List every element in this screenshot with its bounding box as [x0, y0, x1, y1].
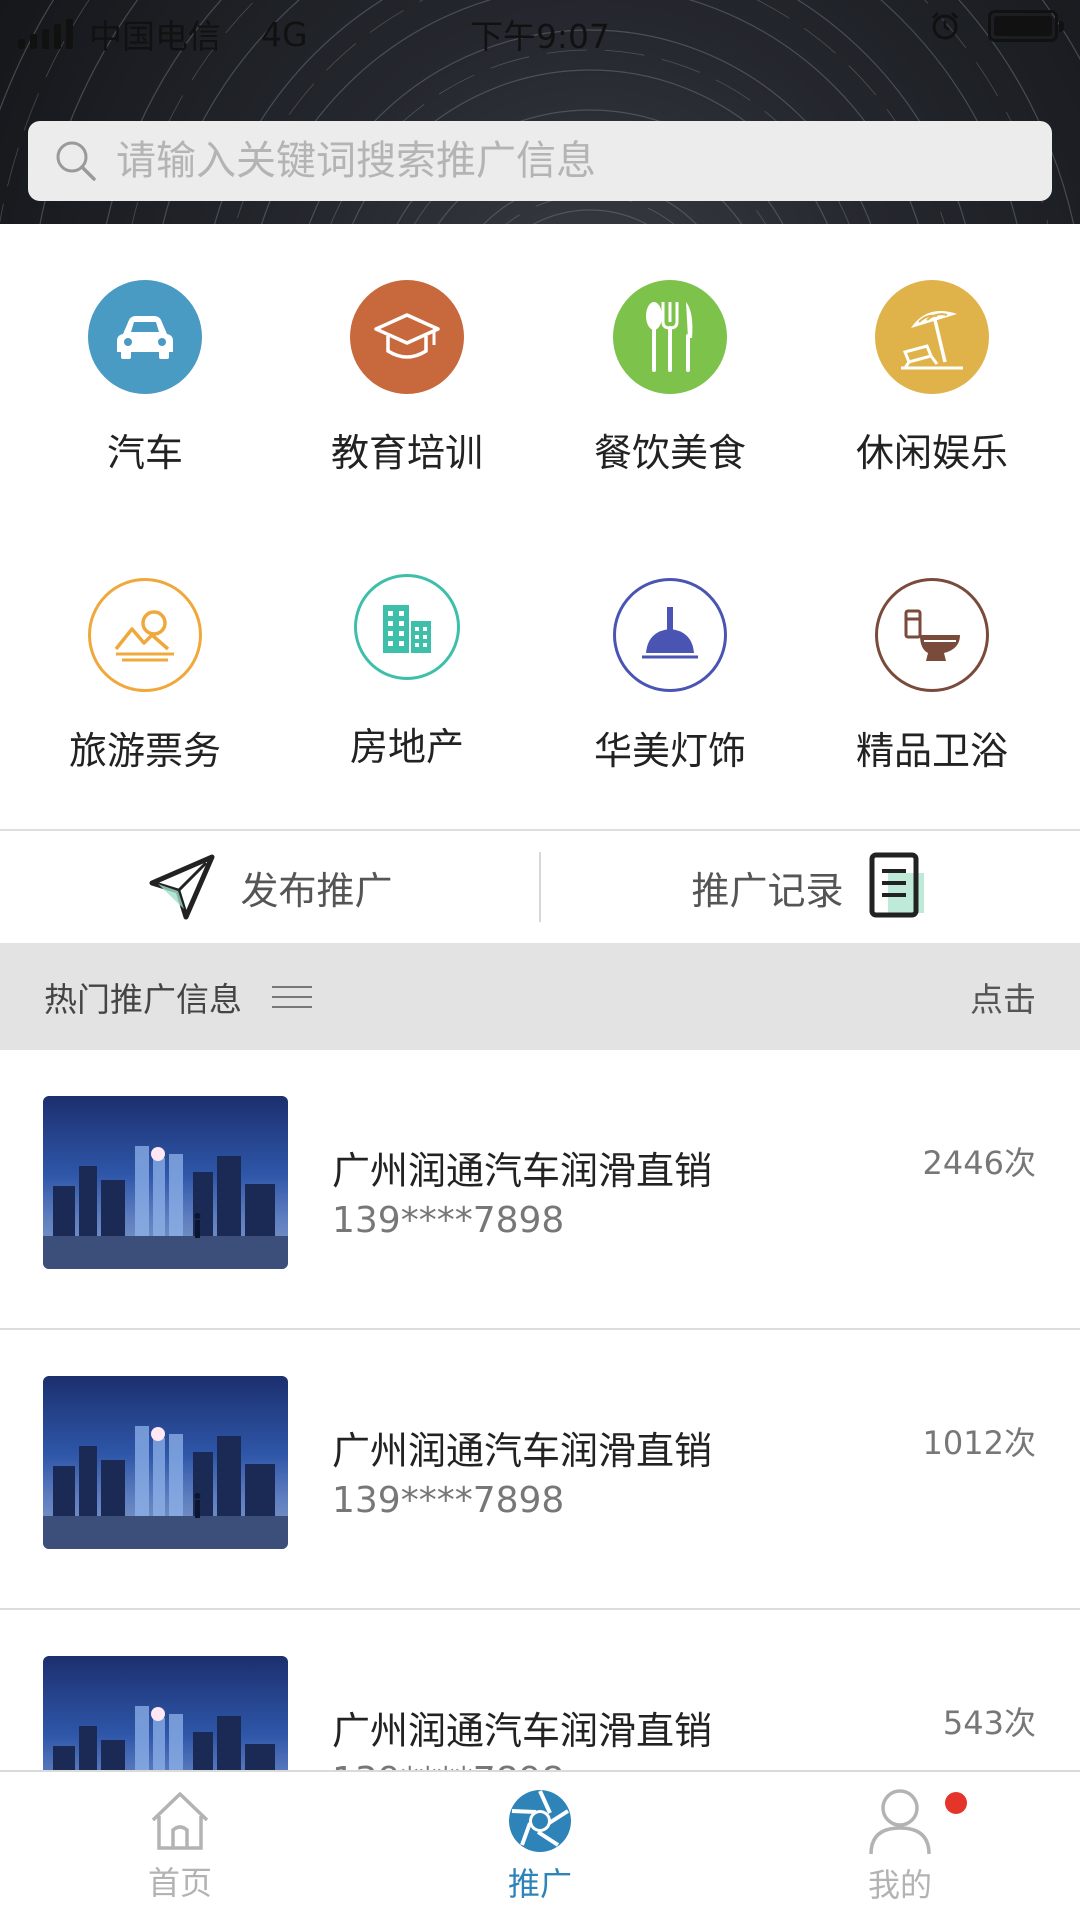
car-icon — [88, 280, 202, 394]
graduation-cap-icon — [350, 280, 464, 394]
category-lighting[interactable]: 华美灯饰 — [535, 578, 805, 775]
lamp-icon — [613, 578, 727, 692]
category-bathroom[interactable]: 精品卫浴 — [797, 578, 1067, 775]
category-label: 餐饮美食 — [593, 431, 746, 475]
home-icon — [151, 1792, 209, 1850]
listing-click-count: 2446次 — [922, 1144, 1036, 1182]
tab-home[interactable]: 首页 — [0, 1772, 360, 1920]
category-car[interactable]: 汽车 — [10, 280, 280, 477]
promotion-list: 广州润通汽车润滑直销 139****7898 2446次 广州润通汽车润滑直销 … — [0, 1050, 1080, 1770]
category-label: 房地产 — [349, 725, 464, 769]
action-bar: 发布推广 推广记录 — [0, 829, 1080, 943]
search-icon — [56, 141, 96, 181]
category-label: 教育培训 — [330, 431, 483, 475]
user-icon — [869, 1789, 931, 1855]
list-item[interactable]: 广州润通汽车润滑直销 139****7898 1012次 — [0, 1330, 1080, 1610]
tab-promote[interactable]: 推广 — [360, 1772, 720, 1920]
notification-badge — [945, 1792, 967, 1814]
category-travel[interactable]: 旅游票务 — [10, 578, 280, 775]
category-education[interactable]: 教育培训 — [272, 280, 542, 477]
category-label: 汽车 — [106, 431, 183, 475]
category-real-estate[interactable]: 房地产 — [272, 574, 542, 771]
tab-promote-label: 推广 — [507, 1865, 572, 1903]
listing-click-count: 1012次 — [922, 1424, 1036, 1462]
sort-by-clicks[interactable]: 点击 — [970, 973, 1036, 1021]
battery-icon — [988, 10, 1064, 42]
listing-thumbnail — [43, 1656, 288, 1770]
cutlery-icon — [613, 280, 727, 394]
search-bar[interactable] — [28, 121, 1052, 201]
menu-icon[interactable] — [272, 985, 312, 1008]
list-item[interactable]: 广州润通汽车润滑直销 139****7898 543次 — [0, 1610, 1080, 1770]
publish-label: 发布推广 — [240, 868, 393, 913]
bottom-tab-bar: 首页 推广 我的 — [0, 1770, 1080, 1920]
mountain-sun-icon — [88, 578, 202, 692]
listing-thumbnail — [43, 1376, 288, 1549]
tab-mine[interactable]: 我的 — [720, 1772, 1080, 1920]
category-label: 精品卫浴 — [855, 729, 1008, 773]
category-grid: 汽车 教育培训 餐饮美食 休闲娱乐 旅游票务 房地产 华美灯饰 精品卫浴 — [0, 256, 1080, 816]
listing-name: 广州润通汽车润滑直销 — [332, 1149, 713, 1193]
aperture-icon — [509, 1790, 571, 1852]
listing-thumbnail — [43, 1096, 288, 1269]
listing-phone: 139****7898 — [332, 1480, 565, 1521]
promotion-records-button[interactable]: 推广记录 — [541, 830, 1080, 944]
listing-phone: 139****7898 — [332, 1760, 564, 1770]
alarm-icon — [931, 11, 959, 40]
section-title: 热门推广信息 — [44, 979, 242, 1019]
status-bar: 中国电信 4G 下午9:07 — [0, 0, 1080, 60]
tab-mine-label: 我的 — [867, 1866, 932, 1904]
category-food[interactable]: 餐饮美食 — [535, 280, 805, 477]
category-label: 休闲娱乐 — [855, 431, 1008, 475]
listing-name: 广州润通汽车润滑直销 — [332, 1429, 713, 1473]
tab-home-label: 首页 — [147, 1864, 212, 1902]
listing-name: 广州润通汽车润滑直销 — [332, 1709, 713, 1753]
document-icon — [869, 852, 924, 918]
buildings-icon — [354, 574, 460, 680]
listing-click-count: 543次 — [942, 1704, 1036, 1742]
clock: 下午9:07 — [469, 17, 611, 56]
header-banner: 中国电信 4G 下午9:07 — [0, 0, 1080, 224]
paper-plane-icon — [149, 854, 215, 920]
category-label: 旅游票务 — [68, 729, 221, 773]
category-leisure[interactable]: 休闲娱乐 — [797, 280, 1067, 477]
list-item[interactable]: 广州润通汽车润滑直销 139****7898 2446次 — [0, 1050, 1080, 1330]
category-label: 华美灯饰 — [593, 729, 746, 773]
beach-umbrella-icon — [875, 280, 989, 394]
publish-promotion-button[interactable]: 发布推广 — [0, 830, 539, 944]
search-input[interactable] — [116, 138, 1016, 184]
hot-promotions-header: 热门推广信息 点击 — [0, 943, 1080, 1050]
listing-phone: 139****7898 — [332, 1200, 565, 1241]
records-label: 推广记录 — [691, 868, 844, 913]
toilet-icon — [875, 578, 989, 692]
